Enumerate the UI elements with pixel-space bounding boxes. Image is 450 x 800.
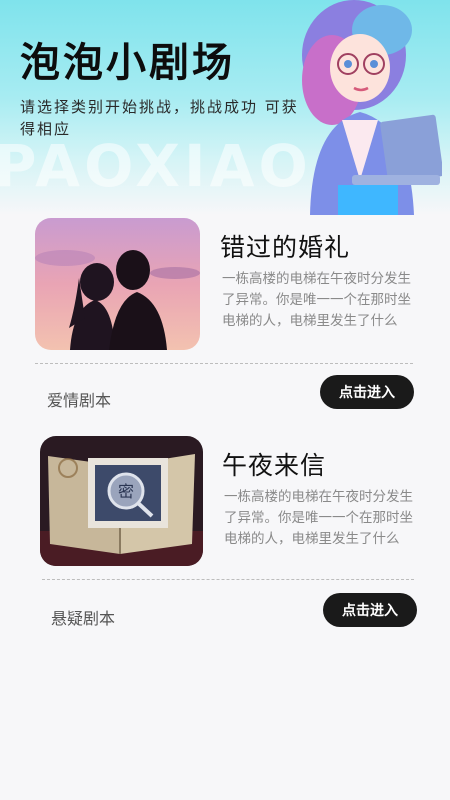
script-description: 一栋高楼的电梯在午夜时分发生了异常。你是唯一一个在那时坐电梯的人，电梯里发生了什… bbox=[222, 271, 411, 329]
svg-text:密: 密 bbox=[118, 482, 134, 501]
script-description: 一栋高楼的电梯在午夜时分发生了异常。你是唯一一个在那时坐电梯的人，电梯里发生了什… bbox=[224, 489, 413, 547]
script-genre-label: 悬疑剧本 bbox=[51, 609, 116, 628]
script-card-wedding[interactable]: 错过的婚礼 一栋高楼的电梯在午夜时分发生了异常。你是唯一一个在那时坐电梯的人，电… bbox=[35, 218, 415, 410]
enter-button[interactable]: 点击进入 bbox=[320, 375, 414, 409]
watermark-text: PAOXIAO bbox=[0, 132, 312, 200]
script-thumbnail: 密 bbox=[40, 436, 203, 566]
script-genre-label: 爱情剧本 bbox=[47, 391, 112, 410]
page-title: 泡泡小剧场 bbox=[20, 40, 235, 86]
script-title: 错过的婚礼 bbox=[220, 233, 351, 262]
cartoon-girl-illustration bbox=[302, 0, 442, 215]
dashed-divider bbox=[42, 579, 414, 580]
couple-silhouette-image bbox=[35, 218, 200, 350]
enter-button[interactable]: 点击进入 bbox=[323, 593, 417, 627]
script-card-midnight-letter[interactable]: 密 午夜来信 一栋高楼的电梯在午夜时分发生了异常。你是唯一一个在那时坐电梯的人，… bbox=[35, 436, 417, 628]
secret-letter-book-image: 密 bbox=[40, 436, 203, 566]
dashed-divider bbox=[35, 363, 413, 364]
header-banner: PAOXIAO 泡泡小剧场 请选择类别开始挑战，挑战成功 可获得相应 bbox=[0, 0, 450, 215]
script-thumbnail bbox=[35, 218, 200, 350]
page-subtitle: 请选择类别开始挑战，挑战成功 可获得相应 bbox=[20, 98, 299, 138]
script-title: 午夜来信 bbox=[222, 451, 327, 480]
